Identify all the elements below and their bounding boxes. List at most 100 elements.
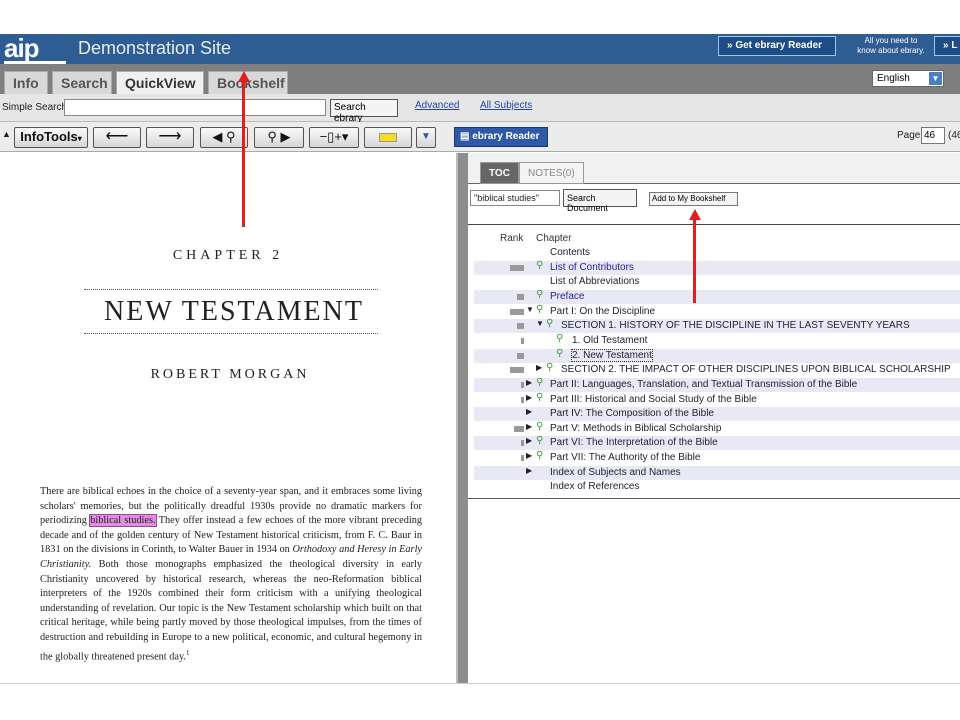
toc-row[interactable]: ▶ Index of Subjects and Names <box>474 465 960 480</box>
search-hit-icon[interactable]: ⚲ <box>536 435 543 446</box>
search-hit-icon[interactable]: ⚲ <box>536 450 543 461</box>
toc-row[interactable]: ▶ Part IV: The Composition of the Bible <box>474 407 960 422</box>
triangle-down-icon: ▼ <box>421 131 431 142</box>
rank-bar <box>517 323 524 330</box>
search-hit-icon[interactable]: ⚲ <box>546 318 553 329</box>
simple-search-input[interactable] <box>64 99 326 116</box>
toc-label[interactable]: 1. Old Testament <box>572 335 647 346</box>
advanced-search-link[interactable]: Advanced <box>415 100 459 111</box>
toc-row[interactable]: ⚲ 2. New Testament <box>474 348 960 363</box>
all-subjects-link[interactable]: All Subjects <box>480 100 532 111</box>
toc-row[interactable]: ⚲ 1. Old Testament <box>474 333 960 348</box>
expand-right-icon[interactable]: ▶ <box>536 363 542 372</box>
book-icon: ▤ <box>460 131 473 142</box>
search-hit-icon[interactable]: ⚲ <box>536 260 543 271</box>
toc-row[interactable]: ▶ ⚲ Part III: Historical and Social Study … <box>474 392 960 407</box>
page-total: (46 <box>948 130 960 141</box>
expand-down-icon[interactable]: ▼ <box>536 319 544 328</box>
page-number-input[interactable] <box>921 127 945 144</box>
expand-right-icon[interactable]: ▶ <box>526 436 532 445</box>
toc-label[interactable]: Part VII: The Authority of the Bible <box>550 452 700 463</box>
search-ebrary-button[interactable]: Search ebrary <box>330 99 398 124</box>
document-scrollbar[interactable] <box>456 153 468 683</box>
page-tools-button[interactable]: −▯+▾ <box>309 127 359 148</box>
toc-label[interactable]: Part II: Languages, Translation, and Tex… <box>550 379 857 390</box>
toc-row[interactable]: ▶ ⚲ SECTION 2. THE IMPACT OF OTHER DISCIPL… <box>474 362 960 377</box>
get-ebrary-reader-button[interactable]: » Get ebrary Reader <box>718 36 836 56</box>
annotation-arrow <box>242 81 245 227</box>
expand-right-icon[interactable]: ▶ <box>526 407 532 416</box>
next-page-button[interactable]: ⟶ <box>146 127 194 148</box>
header-link-button[interactable]: » L <box>934 36 960 56</box>
toc-label[interactable]: Part I: On the Discipline <box>550 306 655 317</box>
toc-label[interactable]: Preface <box>550 291 584 302</box>
toc-row[interactable]: ▶ ⚲ Part VII: The Authority of the Bible <box>474 450 960 465</box>
tab-toc[interactable]: TOC <box>480 162 519 184</box>
expand-right-icon[interactable]: ▶ <box>526 422 532 431</box>
toc-label[interactable]: List of Abbreviations <box>550 276 640 287</box>
toc-label[interactable]: Contents <box>550 247 590 258</box>
toc-label[interactable]: 2. New Testament <box>571 348 653 362</box>
footnote-marker[interactable]: 1 <box>186 649 190 657</box>
body-paragraph: There are biblical echoes in the choice … <box>40 485 422 665</box>
chevron-down-icon: ▼ <box>929 72 942 85</box>
know-about-ebrary-link[interactable]: All you need to know about ebrary. <box>852 36 930 56</box>
toc-row[interactable]: ▶ ⚲ Part V: Methods in Biblical Scholarshi… <box>474 421 960 436</box>
infotools-button[interactable]: InfoTools▾ <box>14 127 88 148</box>
search-document-button[interactable]: Search Document <box>563 189 637 213</box>
document-search-input[interactable] <box>470 190 560 206</box>
search-hit-icon[interactable]: ⚲ <box>536 377 543 388</box>
search-hit-icon[interactable]: ⚲ <box>556 333 563 344</box>
toc-row[interactable]: ▼ ⚲ SECTION 1. HISTORY OF THE DISCIPLINE I… <box>474 318 960 334</box>
toc-row[interactable]: ⚲ Preface <box>474 289 960 304</box>
toc-label[interactable]: SECTION 2. THE IMPACT OF OTHER DISCIPLIN… <box>561 364 951 375</box>
toc-label[interactable]: Part III: Historical and Social Study of… <box>550 394 757 405</box>
toc-label[interactable]: Index of Subjects and Names <box>550 467 681 478</box>
search-hit-icon[interactable]: ⚲ <box>536 392 543 403</box>
rank-bar <box>521 440 524 447</box>
collapse-arrow-icon[interactable]: ▲ <box>2 129 11 139</box>
toc-row[interactable]: ▼ ⚲ Part I: On the Discipline <box>474 304 960 319</box>
toc-label[interactable]: SECTION 1. HISTORY OF THE DISCIPLINE IN … <box>561 320 910 331</box>
expand-right-icon[interactable]: ▶ <box>526 393 532 402</box>
toc-row[interactable]: ▶ ⚲ Part II: Languages, Translation, and T… <box>474 377 960 392</box>
more-tools-button[interactable]: ▼ <box>416 127 436 148</box>
toc-label[interactable]: Index of References <box>550 481 640 492</box>
know-line-2: know about ebrary. <box>857 46 925 55</box>
expand-right-icon[interactable]: ▶ <box>526 378 532 387</box>
aip-logo[interactable]: aip <box>4 35 66 64</box>
infotools-label: InfoTools <box>20 129 78 144</box>
ebrary-reader-button[interactable]: ▤ ebrary Reader <box>454 127 548 147</box>
search-hit-icon[interactable]: ⚲ <box>536 289 543 300</box>
divider <box>84 333 378 334</box>
tab-info[interactable]: Info <box>4 71 48 94</box>
toc-label[interactable]: List of Contributors <box>550 262 634 273</box>
zoom-out-button[interactable]: ◀ ⚲ <box>200 127 248 148</box>
add-to-bookshelf-button[interactable]: Add to My Bookshelf <box>649 192 738 206</box>
expand-down-icon[interactable]: ▼ <box>526 305 534 314</box>
toc-label[interactable]: Part V: Methods in Biblical Scholarship <box>550 423 721 434</box>
toc-row[interactable]: List of Abbreviations <box>474 275 960 289</box>
search-hit-icon[interactable]: ⚲ <box>536 421 543 432</box>
search-hit-icon[interactable]: ⚲ <box>556 348 563 359</box>
toc-row[interactable]: ▶ ⚲ Part VI: The Interpretation of the Bib… <box>474 435 960 451</box>
language-select[interactable]: English ▼ <box>872 70 944 87</box>
expand-right-icon[interactable]: ▶ <box>526 451 532 460</box>
rank-bar <box>510 308 524 315</box>
tab-quickview[interactable]: QuickView <box>116 71 204 94</box>
toc-row[interactable]: ⚲ List of Contributors <box>474 260 960 275</box>
toc-row[interactable]: Contents <box>474 246 960 260</box>
body-text-part: Both those monographs emphasized the the… <box>40 558 422 662</box>
toc-row[interactable]: Index of References <box>474 480 960 494</box>
rank-bar <box>521 337 524 344</box>
search-hit-icon[interactable]: ⚲ <box>546 362 553 373</box>
previous-page-button[interactable]: ⟵ <box>93 127 141 148</box>
zoom-in-button[interactable]: ⚲ ▶ <box>254 127 304 148</box>
highlight-button[interactable] <box>364 127 412 148</box>
toc-label[interactable]: Part IV: The Composition of the Bible <box>550 408 714 419</box>
tab-notes[interactable]: NOTES(0) <box>519 162 584 184</box>
toc-label[interactable]: Part VI: The Interpretation of the Bible <box>550 437 718 448</box>
expand-right-icon[interactable]: ▶ <box>526 466 532 475</box>
search-hit-icon[interactable]: ⚲ <box>536 304 543 315</box>
tab-search[interactable]: Search <box>52 71 112 94</box>
